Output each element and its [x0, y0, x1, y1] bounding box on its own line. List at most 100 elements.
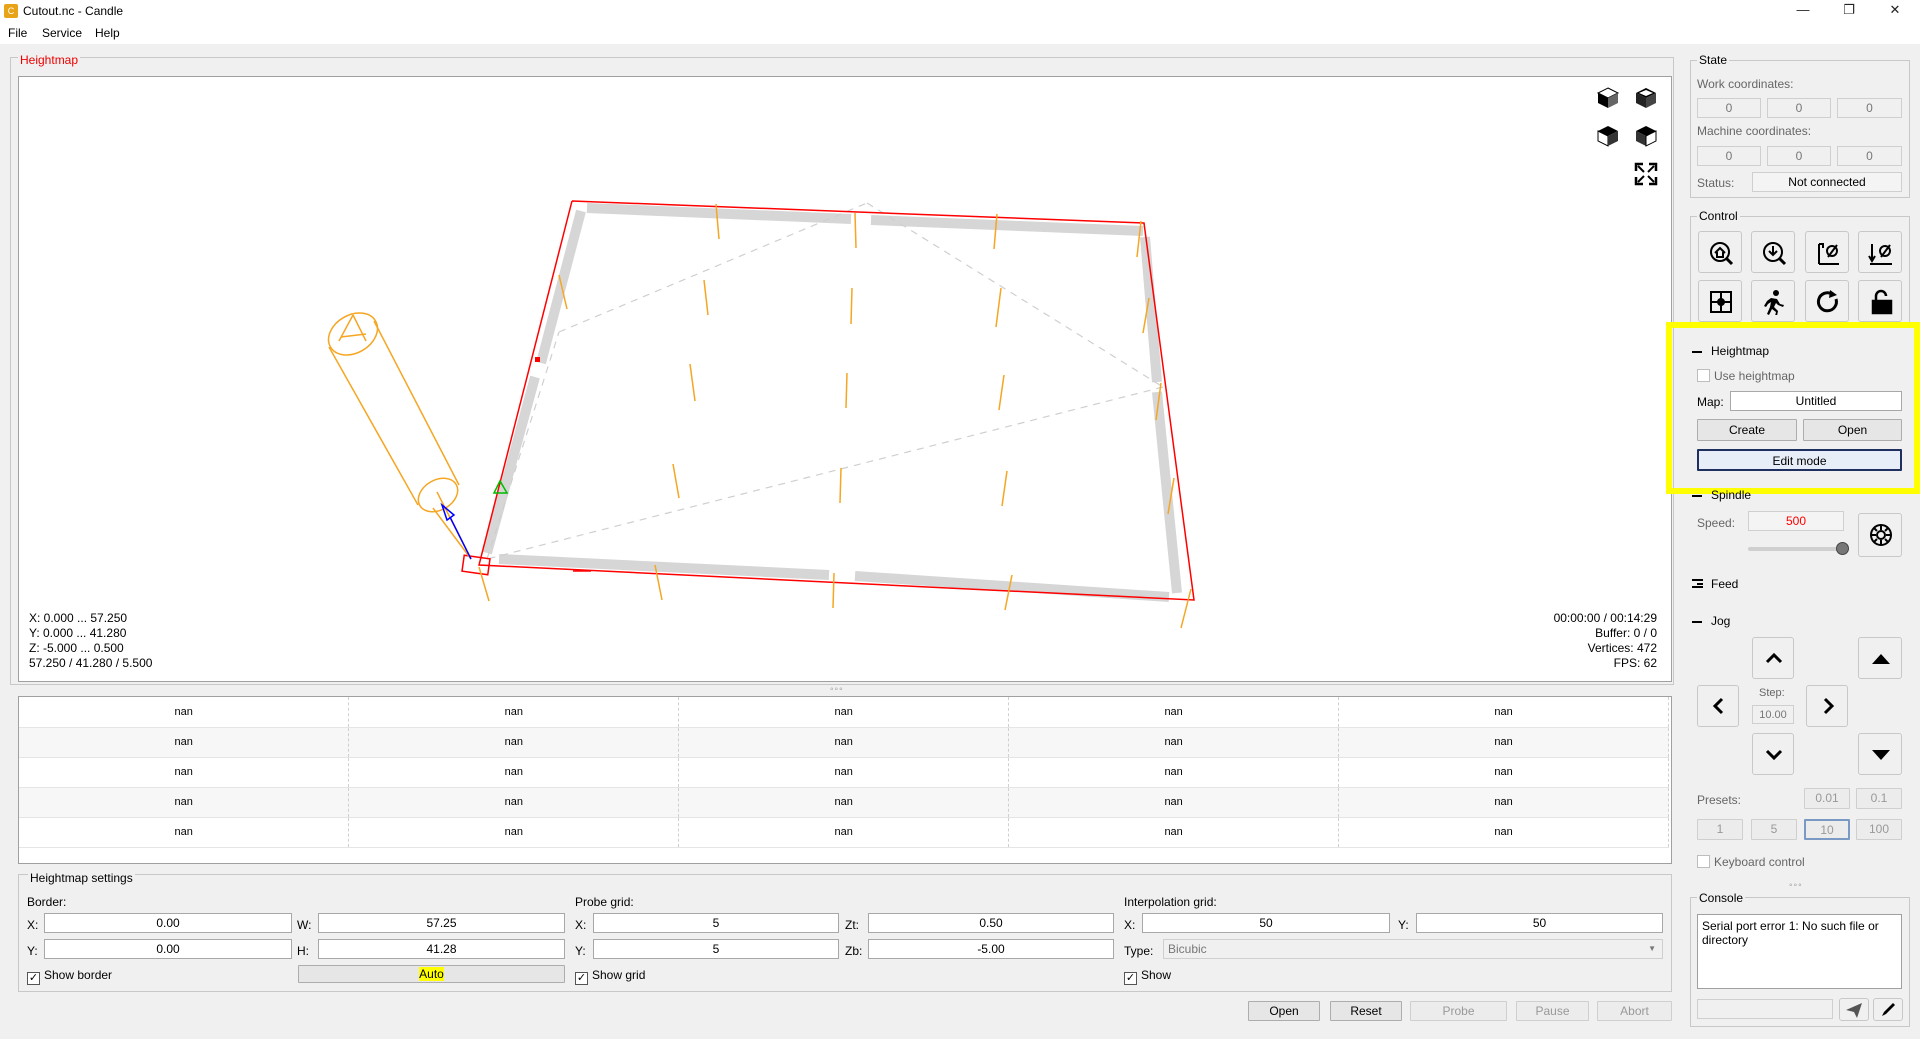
- table-cell[interactable]: nan: [678, 817, 1010, 848]
- table-cell[interactable]: nan: [1008, 817, 1340, 848]
- zero-z-button[interactable]: [1858, 231, 1902, 273]
- menu-service[interactable]: Service: [42, 26, 82, 40]
- table-cell[interactable]: nan: [19, 727, 350, 758]
- z-probe-button[interactable]: [1751, 231, 1795, 273]
- close-icon[interactable]: ✕: [1872, 0, 1918, 22]
- table-cell[interactable]: nan: [1008, 787, 1340, 818]
- collapse-icon[interactable]: [1692, 621, 1702, 623]
- restore-icon[interactable]: ❐: [1826, 0, 1872, 22]
- map-label: Map:: [1697, 395, 1724, 409]
- table-cell[interactable]: nan: [19, 817, 350, 848]
- spindle-button[interactable]: [1858, 513, 1902, 557]
- command-input[interactable]: [1697, 999, 1833, 1019]
- show-border-checkbox[interactable]: ✓ Show border: [27, 968, 112, 985]
- speed-field[interactable]: 500: [1748, 511, 1844, 531]
- border-y-field[interactable]: 0.00: [44, 939, 292, 959]
- preset-1[interactable]: 1: [1697, 819, 1743, 840]
- table-cell[interactable]: nan: [678, 757, 1010, 788]
- splitter-handle[interactable]: ◦◦◦: [1789, 880, 1803, 891]
- interp-x-field[interactable]: 50: [1142, 913, 1390, 933]
- open-heightmap-button[interactable]: Open: [1248, 1001, 1320, 1021]
- minimize-icon[interactable]: —: [1780, 0, 1826, 22]
- map-field[interactable]: Untitled: [1730, 391, 1902, 411]
- table-cell[interactable]: nan: [1338, 757, 1669, 788]
- border-x-field[interactable]: 0.00: [44, 913, 292, 933]
- jog-z-plus-button[interactable]: [1858, 637, 1902, 679]
- interp-y-field[interactable]: 50: [1416, 913, 1663, 933]
- zb-field[interactable]: -5.00: [868, 939, 1114, 959]
- table-cell[interactable]: nan: [348, 787, 680, 818]
- speed-slider[interactable]: [1748, 547, 1844, 551]
- create-button[interactable]: Create: [1697, 419, 1797, 441]
- table-cell[interactable]: nan: [1008, 727, 1340, 758]
- table-cell[interactable]: nan: [1008, 697, 1340, 728]
- front-view-icon[interactable]: [1595, 123, 1621, 149]
- jog-x-minus-button[interactable]: [1697, 685, 1739, 727]
- show-grid-checkbox[interactable]: ✓ Show grid: [575, 968, 645, 985]
- step-field[interactable]: 10.00: [1752, 705, 1794, 724]
- table-cell[interactable]: nan: [348, 817, 680, 848]
- probe-x-field[interactable]: 5: [593, 913, 839, 933]
- use-heightmap-checkbox[interactable]: Use heightmap: [1697, 369, 1795, 383]
- keyboard-control-checkbox[interactable]: Keyboard control: [1697, 855, 1805, 869]
- table-cell[interactable]: nan: [1338, 787, 1669, 818]
- table-cell[interactable]: nan: [678, 727, 1010, 758]
- abort-button[interactable]: Abort: [1597, 1001, 1672, 1021]
- open-map-button[interactable]: Open: [1803, 419, 1902, 441]
- auto-button[interactable]: Auto: [298, 965, 565, 983]
- iso-view-icon[interactable]: [1595, 85, 1621, 111]
- border-h-field[interactable]: 41.28: [318, 939, 565, 959]
- table-cell[interactable]: nan: [19, 787, 350, 818]
- jog-y-plus-button[interactable]: [1752, 637, 1794, 679]
- pause-button[interactable]: Pause: [1516, 1001, 1589, 1021]
- menu-help[interactable]: Help: [95, 26, 120, 40]
- probe-y-field[interactable]: 5: [593, 939, 839, 959]
- unlock-button[interactable]: [1858, 280, 1902, 322]
- table-cell[interactable]: nan: [348, 757, 680, 788]
- preset-100[interactable]: 100: [1856, 819, 1902, 840]
- splitter-handle[interactable]: ◦◦◦: [830, 684, 844, 695]
- heightmap-table[interactable]: nan nan nan nan nan nan nan nan nan nan nan nan nan n…: [18, 696, 1672, 864]
- preset-5[interactable]: 5: [1751, 819, 1797, 840]
- jog-y-minus-button[interactable]: [1752, 733, 1794, 775]
- table-cell[interactable]: nan: [678, 697, 1010, 728]
- fit-view-icon[interactable]: [1633, 161, 1659, 187]
- collapse-icon[interactable]: [1692, 495, 1702, 497]
- edit-mode-button[interactable]: Edit mode: [1697, 449, 1902, 471]
- home-button[interactable]: [1698, 231, 1742, 273]
- table-cell[interactable]: nan: [348, 727, 680, 758]
- safe-position-button[interactable]: [1751, 280, 1795, 322]
- show-interp-checkbox[interactable]: ✓ Show: [1124, 968, 1171, 985]
- table-cell[interactable]: nan: [678, 787, 1010, 818]
- send-button[interactable]: [1839, 998, 1869, 1021]
- restore-origin-button[interactable]: [1698, 280, 1742, 322]
- table-cell[interactable]: nan: [19, 757, 350, 788]
- table-cell[interactable]: nan: [1008, 757, 1340, 788]
- collapse-icon[interactable]: [1692, 351, 1702, 353]
- probe-button[interactable]: Probe: [1410, 1001, 1507, 1021]
- preset-0-1[interactable]: 0.1: [1856, 788, 1902, 809]
- reset-controller-button[interactable]: [1805, 280, 1849, 322]
- table-cell[interactable]: nan: [19, 697, 350, 728]
- preset-0-01[interactable]: 0.01: [1804, 788, 1850, 809]
- zt-field[interactable]: 0.50: [868, 913, 1114, 933]
- menu-file[interactable]: File: [8, 26, 27, 40]
- top-view-icon[interactable]: [1633, 85, 1659, 111]
- type-select[interactable]: Bicubic ▼: [1163, 939, 1663, 959]
- table-cell[interactable]: nan: [1338, 727, 1669, 758]
- jog-z-minus-button[interactable]: [1858, 733, 1902, 775]
- jog-x-plus-button[interactable]: [1806, 685, 1848, 727]
- reset-button[interactable]: Reset: [1330, 1001, 1402, 1021]
- slider-handle[interactable]: [1836, 542, 1849, 555]
- gl-viewport[interactable]: X: 0.000 ... 57.250 Y: 0.000 ... 41.280 …: [18, 76, 1672, 682]
- left-view-icon[interactable]: [1633, 123, 1659, 149]
- console-output[interactable]: Serial port error 1: No such file or dir…: [1697, 914, 1902, 989]
- clear-console-button[interactable]: [1873, 998, 1903, 1021]
- border-w-field[interactable]: 57.25: [318, 913, 565, 933]
- heightmap-grid[interactable]: nan nan nan nan nan nan nan nan nan nan nan nan nan n…: [19, 697, 1669, 848]
- table-cell[interactable]: nan: [1338, 697, 1669, 728]
- table-cell[interactable]: nan: [1338, 817, 1669, 848]
- preset-10[interactable]: 10: [1804, 819, 1850, 840]
- zero-xy-button[interactable]: [1805, 231, 1849, 273]
- table-cell[interactable]: nan: [348, 697, 680, 728]
